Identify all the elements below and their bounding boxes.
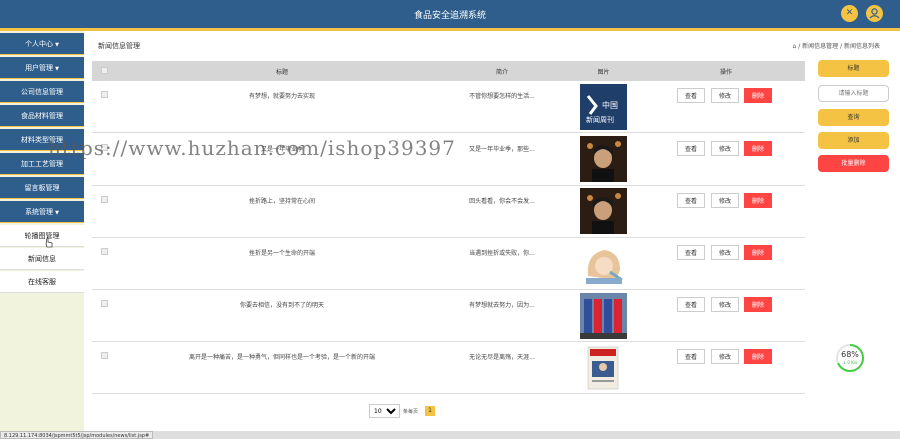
submenu-news[interactable]: 新闻信息 bbox=[0, 248, 84, 270]
header-accent-stripe bbox=[0, 28, 900, 31]
row-title: 有梦想，就要努力去实现 bbox=[248, 93, 315, 100]
submenu-customer-service[interactable]: 在线客服 bbox=[0, 271, 84, 293]
svg-text:中国: 中国 bbox=[602, 100, 618, 110]
row-checkbox[interactable] bbox=[101, 196, 108, 203]
app-header: 食品安全追溯系统 ✕ bbox=[0, 0, 900, 28]
delete-button[interactable]: 删除 bbox=[744, 193, 772, 208]
user-avatar-icon[interactable] bbox=[866, 5, 883, 22]
menu-food-material[interactable]: 食品材料管理 bbox=[0, 105, 84, 127]
view-button[interactable]: 查看 bbox=[677, 141, 705, 156]
delete-button[interactable]: 删除 bbox=[744, 297, 772, 312]
menu-material-type[interactable]: 材料类型管理 bbox=[0, 129, 84, 151]
fullscreen-icon[interactable]: ✕ bbox=[841, 5, 858, 22]
row-intro: 有梦想就去努力，因为... bbox=[469, 302, 535, 309]
edit-button[interactable]: 修改 bbox=[711, 193, 739, 208]
delete-button[interactable]: 删除 bbox=[744, 349, 772, 364]
table-row: 挫折是另一个生命的开端 当遇到挫折或失败，你... 查看 修改 删除 bbox=[92, 238, 805, 290]
row-image bbox=[580, 345, 627, 391]
breadcrumb-path: / 新闻信息管理 / 新闻信息列表 bbox=[798, 43, 880, 50]
submenu-carousel[interactable]: 轮播图管理 bbox=[0, 225, 84, 247]
svg-text:新闻周刊: 新闻周刊 bbox=[586, 115, 614, 124]
select-all-checkbox[interactable] bbox=[101, 67, 108, 74]
status-url: 8.129.11.174:8034/jspmmt5t5/jsp/modules/… bbox=[0, 431, 154, 439]
progress-speed: ↓ 0 K/s bbox=[842, 360, 858, 365]
breadcrumb: ⌂ / 新闻信息管理 / 新闻信息列表 bbox=[793, 41, 881, 50]
row-image bbox=[580, 293, 627, 339]
menu-company-info[interactable]: 公司信息管理 bbox=[0, 81, 84, 103]
row-image bbox=[580, 136, 627, 182]
menu-message-board[interactable]: 留言板管理 bbox=[0, 177, 84, 199]
row-checkbox[interactable] bbox=[101, 91, 108, 98]
row-title: 挫折是另一个生命的开端 bbox=[248, 250, 315, 257]
table-row: 挫折路上，坚持常在心间 回头看看，你会不会发... 查看 修改 删除 bbox=[92, 186, 805, 238]
view-button[interactable]: 查看 bbox=[677, 88, 705, 103]
table-row: 有梦想，就要努力去实现 不管你想要怎样的生活... 中国新闻周刊 查看 修改 删… bbox=[92, 81, 805, 133]
edit-button[interactable]: 修改 bbox=[711, 88, 739, 103]
delete-button[interactable]: 删除 bbox=[744, 88, 772, 103]
home-icon[interactable]: ⌂ bbox=[793, 43, 797, 50]
delete-button[interactable]: 删除 bbox=[744, 141, 772, 156]
row-title: 离开是一种痛苦，是一种勇气，但同样也是一个考验，是一个新的开端 bbox=[188, 354, 375, 361]
table-row: 你要去相信，没有到不了的明天 有梦想就去努力，因为... 查看 修改 删除 bbox=[92, 290, 805, 342]
sidebar: 个人中心 ▼ 用户管理 ▼ 公司信息管理 食品材料管理 材料类型管理 加工工艺管理 … bbox=[0, 31, 84, 431]
row-intro: 当遇到挫折或失败，你... bbox=[469, 250, 535, 257]
view-button[interactable]: 查看 bbox=[677, 245, 705, 260]
progress-value: 68% bbox=[841, 350, 859, 359]
page-size-label: 条每页 bbox=[403, 409, 419, 415]
row-intro: 又是一年毕业季，那些... bbox=[469, 146, 535, 153]
hand-cursor-icon bbox=[45, 237, 53, 248]
row-image: 中国新闻周刊 bbox=[580, 84, 627, 130]
column-intro: 简介 bbox=[495, 69, 508, 76]
menu-process[interactable]: 加工工艺管理 bbox=[0, 153, 84, 175]
row-intro: 回头看看，你会不会发... bbox=[469, 198, 535, 205]
page-title: 新闻信息管理 bbox=[98, 42, 140, 50]
row-title: 挫折路上，坚持常在心间 bbox=[248, 198, 315, 205]
row-image bbox=[580, 240, 627, 286]
edit-button[interactable]: 修改 bbox=[711, 141, 739, 156]
batch-delete-button[interactable]: 批量删除 bbox=[818, 155, 889, 172]
query-button[interactable]: 查询 bbox=[818, 109, 889, 126]
row-checkbox[interactable] bbox=[101, 248, 108, 255]
column-image: 图片 bbox=[597, 69, 610, 76]
table-row: 又是一年毕业季 又是一年毕业季，那些... 查看 修改 删除 bbox=[92, 134, 805, 186]
menu-user-management[interactable]: 用户管理 ▼ bbox=[0, 57, 84, 79]
row-title: 又是一年毕业季 bbox=[260, 146, 303, 153]
view-button[interactable]: 查看 bbox=[677, 349, 705, 364]
row-checkbox[interactable] bbox=[101, 144, 108, 151]
row-title: 你要去相信，没有到不了的明天 bbox=[239, 302, 324, 309]
network-speed-widget[interactable]: 68% ↓ 0 K/s bbox=[835, 343, 865, 373]
row-intro: 不管你想要怎样的生活... bbox=[469, 93, 535, 100]
view-button[interactable]: 查看 bbox=[677, 193, 705, 208]
row-checkbox[interactable] bbox=[101, 300, 108, 307]
row-checkbox[interactable] bbox=[101, 352, 108, 359]
page-number-current[interactable]: 1 bbox=[425, 406, 435, 416]
breadcrumb-bar: 新闻信息管理 ⌂ / 新闻信息管理 / 新闻信息列表 bbox=[90, 34, 890, 54]
title-filter-button[interactable]: 标题 bbox=[818, 60, 889, 77]
page-size-select[interactable]: 10 bbox=[369, 404, 400, 418]
menu-personal-center[interactable]: 个人中心 ▼ bbox=[0, 33, 84, 55]
view-button[interactable]: 查看 bbox=[677, 297, 705, 312]
add-button[interactable]: 添加 bbox=[818, 132, 889, 149]
column-actions: 操作 bbox=[719, 69, 732, 76]
app-title: 食品安全追溯系统 bbox=[413, 11, 486, 21]
row-image bbox=[580, 188, 627, 234]
column-title: 标题 bbox=[275, 69, 288, 76]
edit-button[interactable]: 修改 bbox=[711, 349, 739, 364]
delete-button[interactable]: 删除 bbox=[744, 245, 772, 260]
edit-button[interactable]: 修改 bbox=[711, 245, 739, 260]
title-search-input[interactable] bbox=[818, 85, 889, 102]
table-header: 标题 简介 图片 操作 bbox=[92, 61, 805, 81]
edit-button[interactable]: 修改 bbox=[711, 297, 739, 312]
table-row: 离开是一种痛苦，是一种勇气，但同样也是一个考验，是一个新的开端 无论无尽是离殇，… bbox=[92, 342, 805, 394]
menu-system-management[interactable]: 系统管理 ▼ bbox=[0, 201, 84, 223]
row-intro: 无论无尽是离殇，天涯... bbox=[469, 354, 535, 361]
browser-status-bar: 8.129.11.174:8034/jspmmt5t5/jsp/modules/… bbox=[0, 431, 900, 439]
